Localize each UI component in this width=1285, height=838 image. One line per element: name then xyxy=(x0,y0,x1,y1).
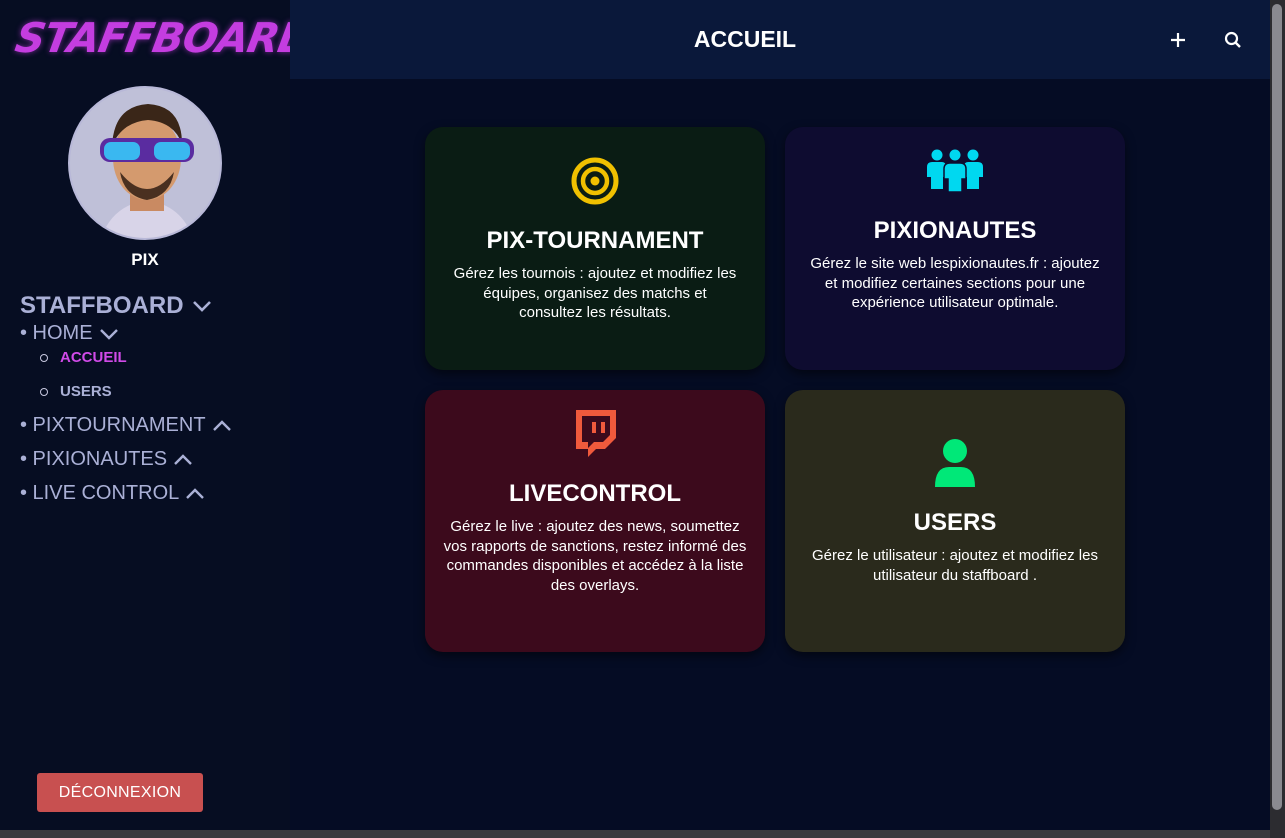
user-name: PIX xyxy=(131,250,159,269)
card-description: Gérez le live : ajoutez des news, soumet… xyxy=(443,518,747,594)
card-pixionautes[interactable]: PIXIONAUTES Gérez le site web lespixiona… xyxy=(785,127,1125,370)
nav-subitem-users-label: USERS xyxy=(60,383,112,400)
nav-item-pixionautes-label: • PIXIONAUTES xyxy=(20,448,168,470)
scrollbar-thumb[interactable] xyxy=(1272,4,1282,810)
group-icon xyxy=(927,149,983,193)
staffboard-logo[interactable]: STAFFBOARD xyxy=(12,14,316,62)
chevron-up-icon xyxy=(212,419,231,431)
page-title: ACCUEIL xyxy=(693,26,797,52)
header: ACCUEIL xyxy=(290,0,1270,79)
card-pix-tournament[interactable]: PIX-TOURNAMENT Gérez les tournois : ajou… xyxy=(425,127,765,370)
card-title: USERS xyxy=(913,509,997,536)
twitch-icon xyxy=(576,410,616,457)
plus-icon[interactable] xyxy=(1166,28,1190,52)
nav-item-live-control[interactable]: • LIVE CONTROL xyxy=(20,482,205,505)
card-title: PIX-TOURNAMENT xyxy=(486,227,704,254)
chevron-down-icon xyxy=(192,301,211,312)
search-icon[interactable] xyxy=(1221,28,1245,52)
nav-item-pixtournament-label: • PIXTOURNAMENT xyxy=(20,414,206,436)
card-title: LIVECONTROL xyxy=(509,480,681,507)
chevron-up-icon xyxy=(174,453,192,465)
nav-item-pixtournament[interactable]: • PIXTOURNAMENT xyxy=(20,414,232,437)
window-bottom-edge xyxy=(0,830,1270,838)
logout-button[interactable]: DÉCONNEXION xyxy=(37,773,203,812)
card-title: PIXIONAUTES xyxy=(873,217,1037,244)
user-icon xyxy=(935,439,975,487)
card-livecontrol[interactable]: LIVECONTROL Gérez le live : ajoutez des … xyxy=(425,390,765,652)
avatar-image xyxy=(70,88,220,238)
card-description: Gérez le site web lespixionautes.fr : aj… xyxy=(810,255,1100,311)
nav-section-staffboard[interactable]: STAFFBOARD xyxy=(20,292,212,320)
nav-subitem-accueil-label: ACCUEIL xyxy=(60,349,127,366)
app-window: STAFFBOARD PIX STAFFBOARD • HOME ACCUEIL… xyxy=(0,0,1270,830)
bullet-ring-icon xyxy=(40,353,48,362)
card-description: Gérez le utilisateur : ajoutez et modifi… xyxy=(812,547,1098,584)
sidebar: STAFFBOARD PIX STAFFBOARD • HOME ACCUEIL… xyxy=(0,0,316,830)
nav-section-label: STAFFBOARD xyxy=(20,292,184,319)
nav-item-pixionautes[interactable]: • PIXIONAUTES xyxy=(20,448,193,471)
card-description: Gérez les tournois : ajoutez et modifiez… xyxy=(453,265,737,321)
nav-item-live-control-label: • LIVE CONTROL xyxy=(20,482,180,504)
nav-item-home-label: • HOME xyxy=(20,322,93,344)
bullet-ring-icon xyxy=(40,387,48,396)
chevron-up-icon xyxy=(186,487,205,499)
nav-subitem-users[interactable]: USERS xyxy=(40,383,112,400)
scrollbar[interactable] xyxy=(1270,0,1285,838)
nav-item-home[interactable]: • HOME xyxy=(20,322,119,345)
avatar xyxy=(68,86,222,240)
card-users[interactable]: USERS Gérez le utilisateur : ajoutez et … xyxy=(785,390,1125,652)
nav-subitem-accueil[interactable]: ACCUEIL xyxy=(40,349,127,366)
chevron-down-icon xyxy=(99,328,118,340)
target-icon xyxy=(571,157,619,205)
